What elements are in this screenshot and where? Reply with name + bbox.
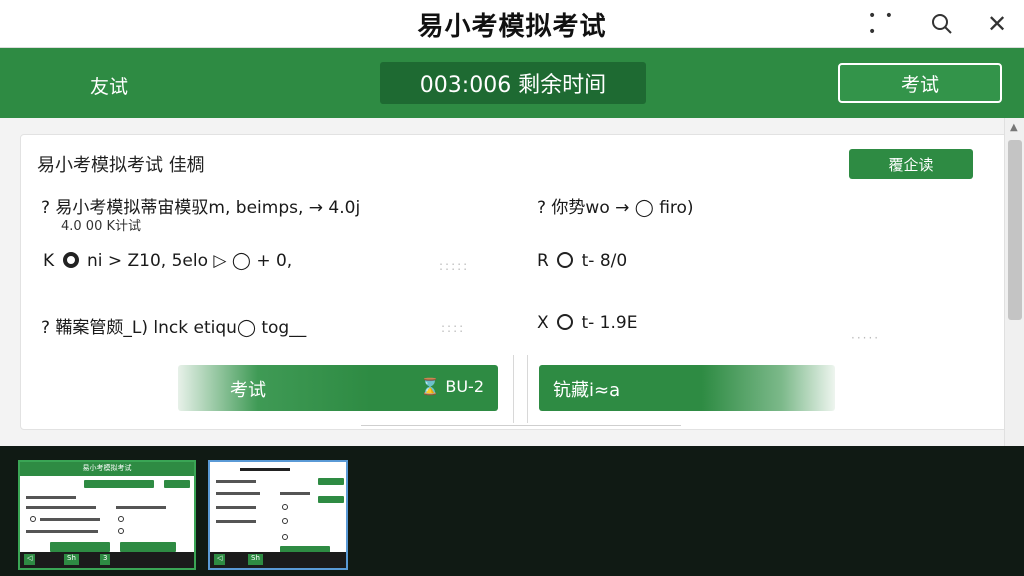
- card-title: 易小考模拟考试 佳椆: [37, 155, 205, 176]
- thumbnail-button: [318, 496, 344, 503]
- radio-icon[interactable]: [557, 252, 574, 268]
- thumbnail-line: [216, 520, 256, 523]
- page-thumbnail-2[interactable]: ◁ Sh: [208, 460, 348, 570]
- thumbnail-button: [120, 542, 176, 552]
- thumbnail-footer-button: ◁: [24, 554, 36, 565]
- divider: [527, 355, 528, 423]
- question-3: ? 鞴案管颇_L) lnck etiqu◯ tog__: [41, 318, 307, 338]
- divider: [361, 425, 681, 426]
- dots-divider: ::::: [441, 321, 466, 335]
- radio-selected-icon[interactable]: [62, 252, 79, 268]
- thumbnail-button: [318, 478, 344, 485]
- exam-action-code: BU-2: [445, 377, 484, 396]
- option-x-prefix: X: [537, 313, 549, 333]
- thumbnail-footer-button: Sh: [248, 554, 263, 565]
- option-r-text: t- 8/0: [581, 251, 628, 271]
- thumbnail-strip: 易小考模拟考试 ◁ Sh 3 ◁ Sh: [0, 446, 1024, 576]
- thumbnail-radio: [282, 534, 288, 540]
- thumbnail-line: [116, 506, 166, 509]
- thumbnail-button: [50, 542, 110, 552]
- exam-header: 友试 003:006 剩余时间 考试: [0, 48, 1024, 118]
- page-thumbnail-1[interactable]: 易小考模拟考试 ◁ Sh 3: [18, 460, 196, 570]
- exam-action-button[interactable]: 考试 ⌛ BU-2: [178, 365, 498, 411]
- thumbnail-radio: [118, 528, 124, 534]
- thumbnail-line: [240, 468, 290, 471]
- thumbnail-radio: [282, 518, 288, 524]
- scroll-up-icon[interactable]: ▲: [1010, 122, 1018, 133]
- option-r[interactable]: R t- 8/0: [537, 251, 627, 271]
- close-icon[interactable]: ✕: [981, 8, 1013, 40]
- thumbnail-line: [40, 518, 100, 521]
- exam-action-right: ⌛ BU-2: [420, 377, 484, 396]
- more-icon[interactable]: • • •: [868, 8, 900, 40]
- search-icon[interactable]: [926, 8, 958, 40]
- thumbnail-header: 易小考模拟考试: [20, 462, 194, 476]
- card-badge-button[interactable]: 覆企读: [849, 149, 973, 179]
- dots-divider: :::::: [439, 259, 470, 273]
- radio-icon[interactable]: [557, 314, 574, 330]
- thumbnail-line: [26, 506, 96, 509]
- countdown-timer: 003:006 剩余时间: [380, 62, 646, 104]
- thumbnail-line: [26, 530, 98, 533]
- thumbnail-footer: ◁ Sh 3: [20, 552, 194, 568]
- question-card: 易小考模拟考试 佳椆 覆企读 ? 易小考模拟蒂宙模驭m, beimps, → 4…: [20, 134, 1018, 430]
- dots-divider: ·····: [851, 331, 881, 345]
- thumbnail-footer-button: Sh: [64, 554, 79, 565]
- header-left-label[interactable]: 友试: [90, 72, 128, 99]
- option-x-text: t- 1.9E: [581, 313, 638, 333]
- option-k[interactable]: K ni > Z10, 5elo ▷ ◯ + 0,: [43, 251, 292, 271]
- vertical-scrollbar[interactable]: ▲: [1004, 118, 1024, 446]
- option-x[interactable]: X t- 1.9E: [537, 313, 637, 333]
- thumbnail-radio: [282, 504, 288, 510]
- option-r-prefix: R: [537, 251, 549, 271]
- thumbnail-line: [280, 492, 310, 495]
- divider: [513, 355, 514, 423]
- thumbnail-footer-button: 3: [100, 554, 111, 565]
- main-content: 易小考模拟考试 佳椆 覆企读 ? 易小考模拟蒂宙模驭m, beimps, → 4…: [0, 118, 1024, 446]
- exam-button[interactable]: 考试: [838, 63, 1002, 103]
- clock-icon: ⌛: [420, 377, 441, 396]
- exam-action-label: 考试: [230, 380, 266, 401]
- thumbnail-line: [216, 480, 256, 483]
- thumbnail-line: [26, 496, 76, 499]
- secondary-action-button[interactable]: 钪藏i≈a: [539, 365, 835, 411]
- option-k-prefix: K: [43, 251, 55, 271]
- thumbnail-line: [216, 492, 260, 495]
- question-1-sub: 4.0 00 K计试: [61, 219, 142, 234]
- option-k-text: ni > Z10, 5elo ▷ ◯ + 0,: [86, 251, 293, 271]
- thumbnail-button: [164, 480, 190, 488]
- scroll-thumb[interactable]: [1008, 140, 1022, 320]
- secondary-action-label: 钪藏i≈a: [553, 380, 621, 401]
- thumbnail-radio: [118, 516, 124, 522]
- thumbnail-footer-button: ◁: [214, 554, 226, 565]
- thumbnail-title: 易小考模拟考试: [82, 464, 132, 472]
- title-bar: 易小考模拟考试 • • • ✕: [0, 0, 1024, 48]
- thumbnail-timer: [84, 480, 154, 488]
- thumbnail-radio: [30, 516, 36, 522]
- thumbnail-line: [216, 506, 256, 509]
- thumbnail-footer: ◁ Sh: [210, 552, 346, 568]
- question-2: ? 你势wo → ◯ firo): [537, 198, 694, 218]
